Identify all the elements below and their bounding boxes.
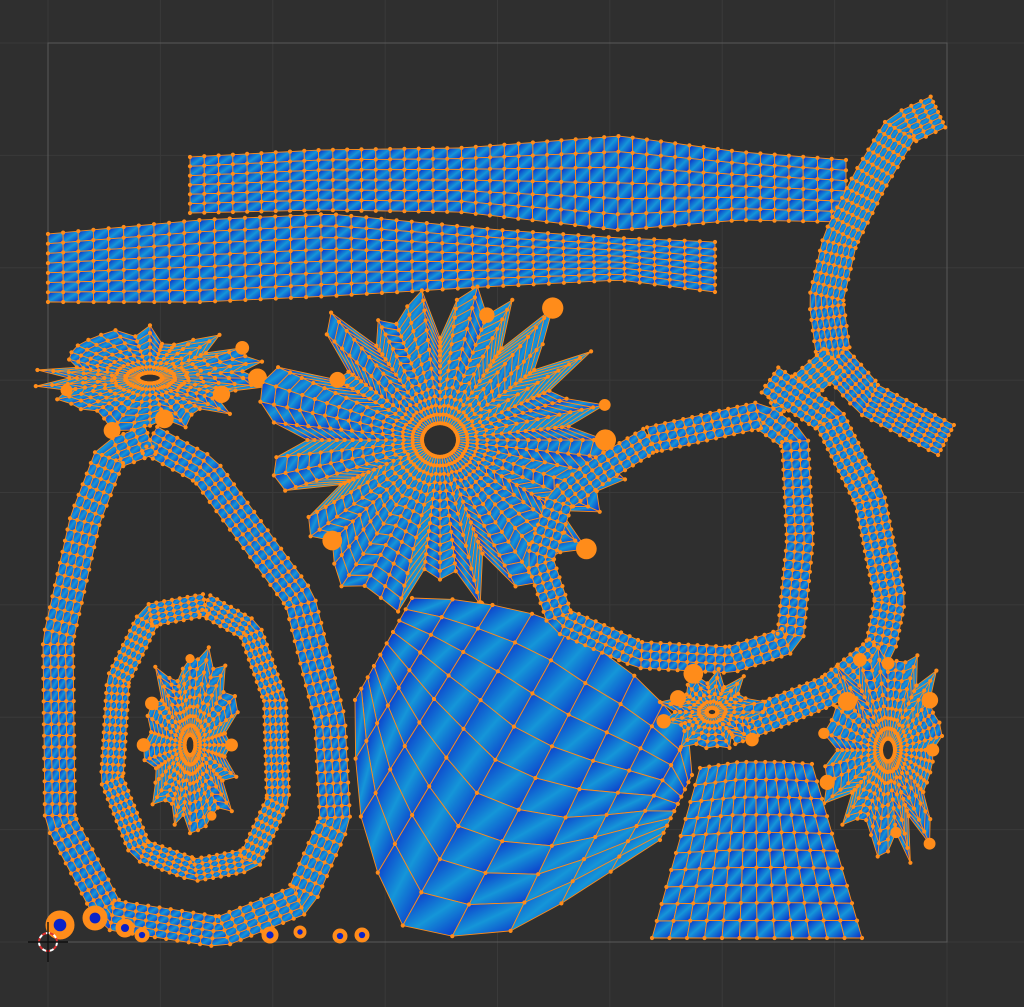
uv-island-leaf-core[interactable]	[136, 645, 240, 836]
island-fill	[259, 284, 627, 613]
uv-island-crumpled-sheet[interactable]	[258, 284, 628, 614]
island-fill	[142, 645, 239, 834]
uv-canvas[interactable]	[0, 0, 1024, 1007]
uv-island-small-leaf-top-left[interactable]	[33, 323, 271, 439]
uv-islands	[33, 94, 957, 948]
uv-editor-viewport[interactable]	[0, 0, 1024, 1007]
